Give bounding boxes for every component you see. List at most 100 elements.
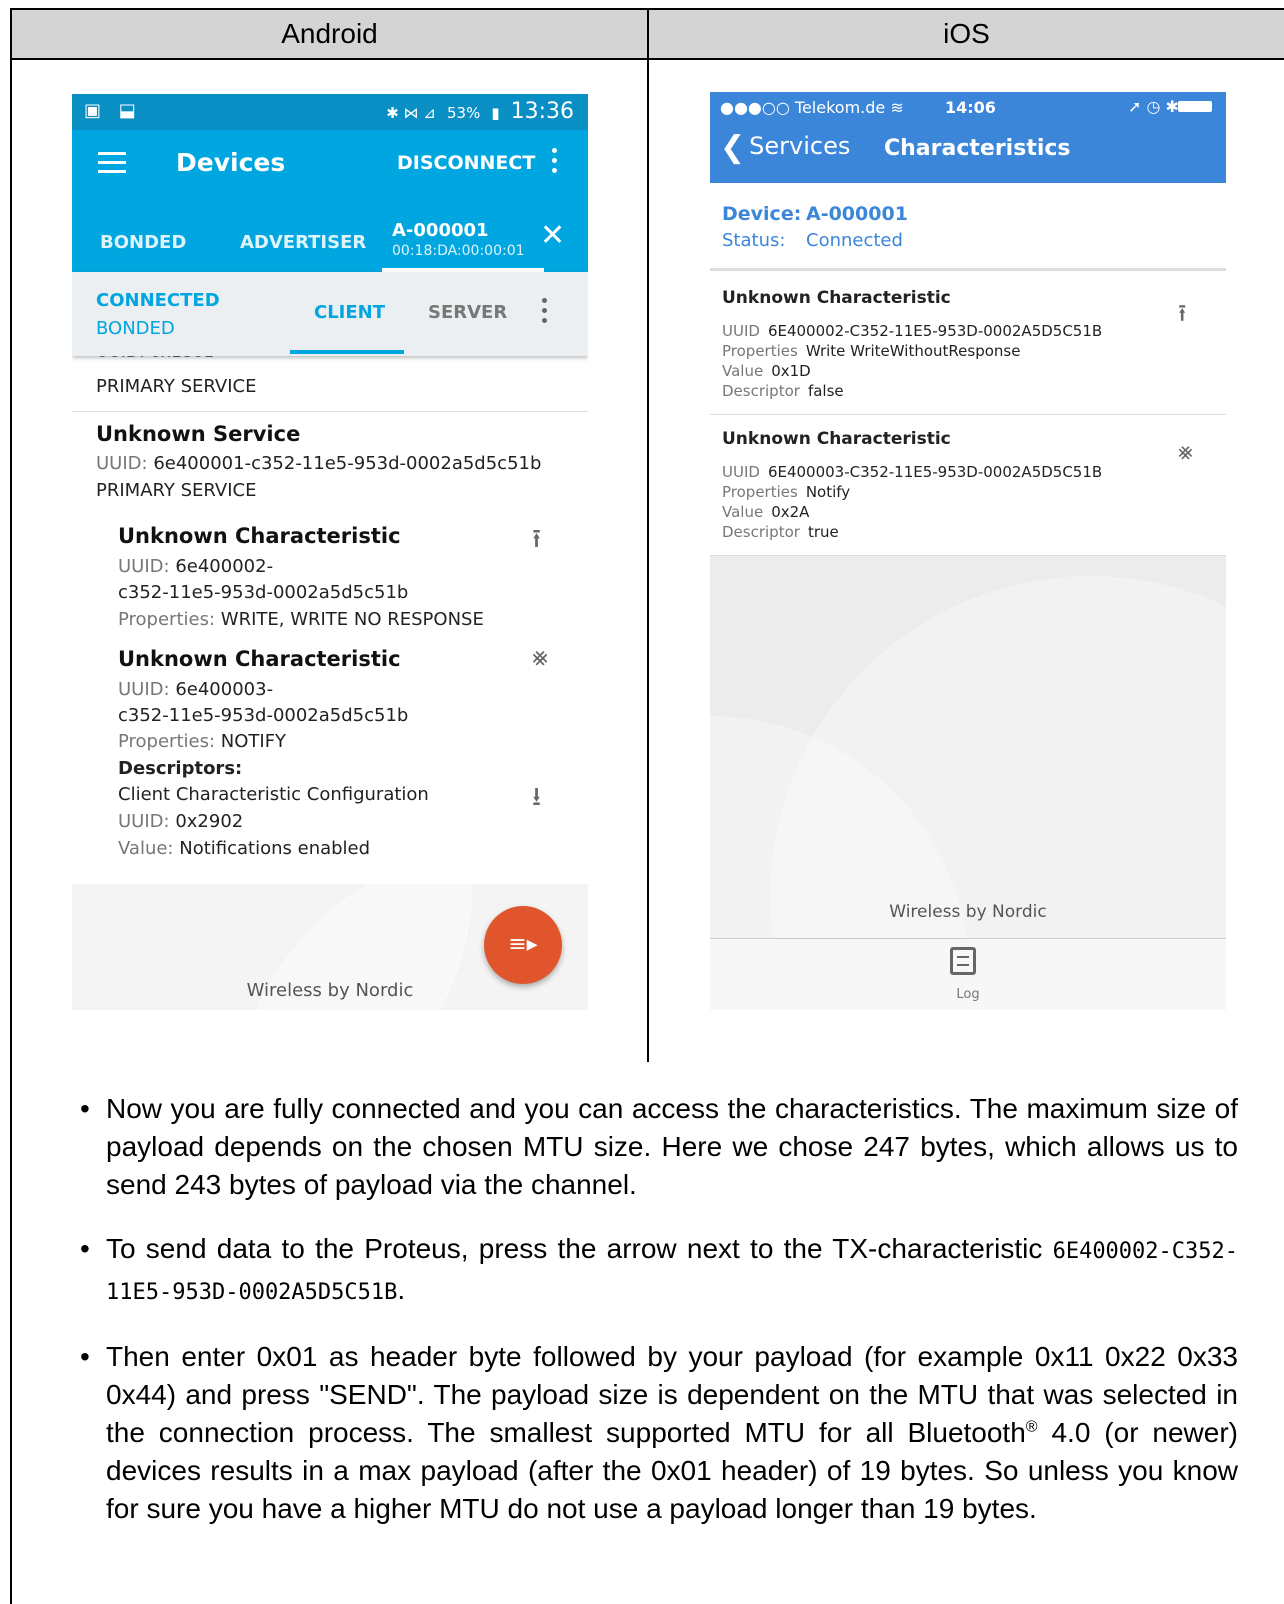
chevron-left-icon: ❮ [720,130,746,165]
tab-device-mac: 00:18:DA:00:00:01 [392,243,525,259]
char1-name[interactable]: Unknown Characteristic [118,524,401,548]
status-label: Status: [722,230,786,251]
char-props-label: Properties [722,342,798,360]
footer-brand: Wireless by Nordic [246,980,414,1001]
status-icons: ➚ ◷ ✱ [1128,97,1179,116]
bullet-end: . [397,1274,406,1305]
close-icon[interactable]: ✕ [540,218,565,253]
char1-uuid-line2: c352-11e5-953d-0002a5d5c51b [118,582,409,603]
tab-log-label[interactable]: Log [710,987,1226,1002]
char-value-text: 0x1D [771,362,811,380]
bullet-dot: • [80,1233,90,1264]
service-uuid-label: UUID: [96,453,148,474]
char2-uuid-line2: c352-11e5-953d-0002a5d5c51b [118,705,409,726]
battery-percent: 53% [446,104,481,122]
service-uuid: UUID: 6e400001-c352-11e5-953d-0002a5d5c5… [96,453,541,474]
android-status-bar: ▣ ⬓ ✱ ⋈ ⊿ 53% ▮ 13:36 [72,94,588,130]
char-props-value: Write WriteWithoutResponse [805,342,1021,360]
service-type: PRIMARY SERVICE [96,480,257,501]
char-descriptor: Descriptor true [722,523,839,541]
char-uuid-label: UUID [722,322,760,340]
battery-icon: ▮ [491,104,500,122]
descriptor-uuid: UUID: 0x2902 [118,811,243,832]
bullet-text: To send data to the Proteus, press the a… [106,1233,1043,1264]
char2-uuid-label: UUID: [118,679,170,700]
bonded-status: BONDED [96,318,175,339]
bullet-text: Now you are fully connected and you can … [106,1093,1238,1200]
char-uuid-label: UUID [722,463,760,481]
upload-arrow-icon[interactable]: ⭱ [532,520,541,564]
tab-advertiser[interactable]: ADVERTISER [240,232,366,253]
overflow-menu-icon[interactable] [550,148,558,178]
android-screenshot: ▣ ⬓ ✱ ⋈ ⊿ 53% ▮ 13:36 Devices DISCONNECT… [72,94,588,1010]
char-value-label: Value [722,503,764,521]
notify-icon[interactable]: ⨳ [532,642,548,673]
nav-title: Characteristics [884,136,1071,161]
status-time: 14:06 [945,98,996,117]
tab-device-name: A-000001 [392,220,489,241]
log-icon[interactable] [950,947,976,975]
characteristic-card[interactable]: Unknown Characteristic ⭱ UUID 6E400002-C3… [710,274,1226,415]
ios-column-header: iOS [943,18,990,49]
descriptor-uuid-label: UUID: [118,811,170,832]
client-tab-indicator [290,350,404,354]
char2-props-value: NOTIFY [220,731,287,752]
char2-uuid-value: 6e400003- [175,679,274,700]
notify-icon[interactable]: ⨳ [1178,437,1193,465]
char-props: Properties Notify [722,483,850,501]
ios-tab-bar: Log [710,938,1226,1010]
char2-uuid: UUID: 6e400003- [118,679,273,700]
log-fab-button[interactable]: ≡▸ [484,906,562,984]
char-value: Value 0x1D [722,362,811,380]
char-uuid-value: 6E400003-C352-11E5-953D-0002A5D5C51B [767,463,1103,481]
primary-service-label: PRIMARY SERVICE [96,376,257,397]
service-name[interactable]: Unknown Service [96,422,300,446]
connected-status: CONNECTED [96,290,220,311]
char-value: Value 0x2A [722,503,809,521]
char1-properties: Properties: WRITE, WRITE NO RESPONSE [118,609,484,630]
divider [72,411,588,412]
service-uuid-value: 6e400001-c352-11e5-953d-0002a5d5c51b [153,453,542,474]
back-button[interactable]: ❮ Services [720,130,850,165]
registered-mark: ® [1025,1418,1038,1436]
descriptor-value: Value: Notifications enabled [118,838,370,859]
table-header-divider [10,58,1284,60]
status-row: Status: Connected [722,230,903,251]
char-descriptor: Descriptor false [722,382,844,400]
android-column-header: Android [281,18,378,49]
instructions-list: • Now you are fully connected and you ca… [80,1090,1238,1554]
tab-bonded[interactable]: BONDED [100,232,186,253]
descriptor-value-text: Notifications enabled [179,838,371,859]
menu-icon[interactable] [98,152,126,174]
connection-subbar: CONNECTED BONDED CLIENT SERVER [72,272,588,356]
characteristic-card[interactable]: Unknown Characteristic ⨳ UUID 6E400003-C3… [710,415,1226,556]
ios-nav-bar: ●●●○○ Telekom.de ≋ 14:06 ➚ ◷ ✱ ❮ Services… [710,92,1226,183]
char1-uuid: UUID: 6e400002- [118,556,273,577]
notification-icons: ▣ ⬓ [84,100,142,121]
device-value: A-000001 [806,203,908,225]
upload-arrow-icon[interactable]: ⭱ [1178,296,1186,337]
list-item: • Then enter 0x01 as header byte followe… [80,1338,1238,1528]
char2-props-label: Properties: [118,731,216,752]
subbar-overflow-icon[interactable] [542,298,548,328]
char-descriptor-label: Descriptor [722,523,800,541]
tab-device[interactable]: A-000001 00:18:DA:00:00:01 [392,220,525,259]
descriptor-name[interactable]: Client Characteristic Configuration [118,784,429,805]
tab-client[interactable]: CLIENT [314,302,385,323]
tab-server[interactable]: SERVER [428,302,507,323]
device-row: Device: A-000001 [722,203,908,225]
char-value-text: 0x2A [771,503,810,521]
list-item: • To send data to the Proteus, press the… [80,1230,1238,1312]
status-time: 13:36 [510,99,574,124]
status-value: Connected [806,230,903,251]
list-item: • Now you are fully connected and you ca… [80,1090,1238,1204]
char-name: Unknown Characteristic [722,429,951,449]
table-border-left [10,8,12,1604]
char2-name[interactable]: Unknown Characteristic [118,647,401,671]
disconnect-button[interactable]: DISCONNECT [397,152,535,174]
table-border-middle [647,8,649,1062]
device-info: Device: A-000001 Status: Connected [710,183,1226,271]
char1-uuid-label: UUID: [118,556,170,577]
download-arrow-icon[interactable]: ⭳ [532,778,541,822]
android-device-tabs: BONDED ADVERTISER A-000001 00:18:DA:00:0… [72,210,588,272]
